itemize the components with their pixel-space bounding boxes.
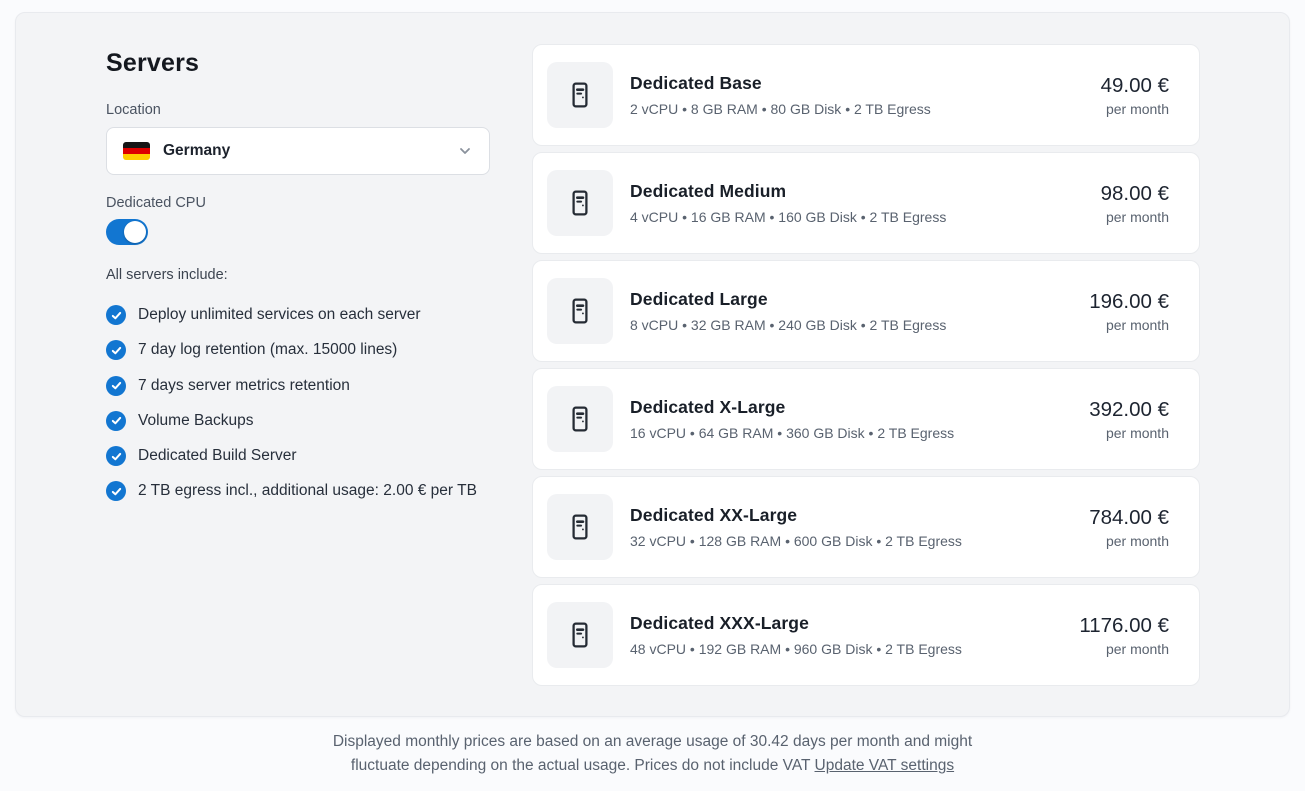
server-specs: 2 vCPU • 8 GB RAM • 80 GB Disk • 2 TB Eg… [630, 101, 1101, 117]
include-item-label: 7 days server metrics retention [138, 374, 350, 397]
server-specs: 48 vCPU • 192 GB RAM • 960 GB Disk • 2 T… [630, 641, 1079, 657]
filters-sidebar: Servers Location Germany Dedicated CPU A… [106, 44, 490, 515]
dedicated-cpu-toggle[interactable] [106, 219, 148, 245]
server-tower-icon [547, 170, 613, 236]
server-tower-icon [547, 386, 613, 452]
price-period: per month [1101, 101, 1169, 117]
server-tower-icon [547, 602, 613, 668]
price-amount: 784.00 € [1089, 506, 1169, 530]
update-vat-settings-link[interactable]: Update VAT settings [815, 757, 955, 774]
server-card-info: Dedicated Medium 4 vCPU • 16 GB RAM • 16… [630, 181, 1101, 225]
germany-flag-icon [123, 142, 150, 160]
check-icon [106, 411, 126, 431]
price-amount: 1176.00 € [1079, 614, 1169, 638]
dedicated-cpu-label: Dedicated CPU [106, 195, 490, 211]
server-specs: 32 vCPU • 128 GB RAM • 600 GB Disk • 2 T… [630, 533, 1089, 549]
server-card-info: Dedicated X-Large 16 vCPU • 64 GB RAM • … [630, 397, 1089, 441]
server-card[interactable]: Dedicated Large 8 vCPU • 32 GB RAM • 240… [532, 260, 1200, 362]
server-tower-icon [547, 494, 613, 560]
server-card[interactable]: Dedicated XXX-Large 48 vCPU • 192 GB RAM… [532, 584, 1200, 686]
check-icon [106, 340, 126, 360]
server-card[interactable]: Dedicated Medium 4 vCPU • 16 GB RAM • 16… [532, 152, 1200, 254]
include-list-item: 7 days server metrics retention [106, 374, 490, 397]
server-specs: 16 vCPU • 64 GB RAM • 360 GB Disk • 2 TB… [630, 425, 1089, 441]
servers-panel: Servers Location Germany Dedicated CPU A… [15, 12, 1290, 717]
include-item-label: Volume Backups [138, 409, 253, 432]
server-card-info: Dedicated XX-Large 32 vCPU • 128 GB RAM … [630, 505, 1089, 549]
server-specs: 4 vCPU • 16 GB RAM • 160 GB Disk • 2 TB … [630, 209, 1101, 225]
page-title: Servers [106, 49, 490, 78]
check-icon [106, 481, 126, 501]
server-name: Dedicated XXX-Large [630, 613, 1079, 634]
location-selected-value: Germany [163, 142, 457, 160]
server-card[interactable]: Dedicated XX-Large 32 vCPU • 128 GB RAM … [532, 476, 1200, 578]
server-price: 1176.00 € per month [1079, 614, 1169, 657]
include-list-item: Volume Backups [106, 409, 490, 432]
price-period: per month [1089, 533, 1169, 549]
price-amount: 196.00 € [1089, 290, 1169, 314]
server-price: 49.00 € per month [1101, 74, 1169, 117]
server-tower-icon [547, 62, 613, 128]
pricing-footnote: Displayed monthly prices are based on an… [303, 730, 1003, 778]
price-amount: 49.00 € [1101, 74, 1169, 98]
pricing-page: Servers Location Germany Dedicated CPU A… [0, 0, 1305, 791]
server-name: Dedicated Medium [630, 181, 1101, 202]
price-period: per month [1089, 317, 1169, 333]
include-list-item: 7 day log retention (max. 15000 lines) [106, 338, 490, 361]
price-period: per month [1101, 209, 1169, 225]
price-period: per month [1079, 641, 1169, 657]
toggle-knob [124, 221, 146, 243]
server-name: Dedicated Large [630, 289, 1089, 310]
include-list-item: Deploy unlimited services on each server [106, 303, 490, 326]
include-item-label: 7 day log retention (max. 15000 lines) [138, 338, 397, 361]
location-select[interactable]: Germany [106, 127, 490, 175]
server-price: 392.00 € per month [1089, 398, 1169, 441]
price-amount: 98.00 € [1101, 182, 1169, 206]
server-card[interactable]: Dedicated Base 2 vCPU • 8 GB RAM • 80 GB… [532, 44, 1200, 146]
include-list-item: 2 TB egress incl., additional usage: 2.0… [106, 479, 490, 502]
server-card-list: Dedicated Base 2 vCPU • 8 GB RAM • 80 GB… [532, 44, 1200, 692]
server-price: 196.00 € per month [1089, 290, 1169, 333]
server-card-info: Dedicated XXX-Large 48 vCPU • 192 GB RAM… [630, 613, 1079, 657]
server-card-info: Dedicated Base 2 vCPU • 8 GB RAM • 80 GB… [630, 73, 1101, 117]
price-amount: 392.00 € [1089, 398, 1169, 422]
server-card[interactable]: Dedicated X-Large 16 vCPU • 64 GB RAM • … [532, 368, 1200, 470]
includes-heading: All servers include: [106, 267, 490, 283]
server-name: Dedicated X-Large [630, 397, 1089, 418]
include-item-label: 2 TB egress incl., additional usage: 2.0… [138, 479, 477, 502]
include-item-label: Deploy unlimited services on each server [138, 303, 421, 326]
check-icon [106, 305, 126, 325]
includes-list: Deploy unlimited services on each server… [106, 303, 490, 503]
check-icon [106, 446, 126, 466]
include-list-item: Dedicated Build Server [106, 444, 490, 467]
server-price: 784.00 € per month [1089, 506, 1169, 549]
check-icon [106, 376, 126, 396]
server-card-info: Dedicated Large 8 vCPU • 32 GB RAM • 240… [630, 289, 1089, 333]
server-price: 98.00 € per month [1101, 182, 1169, 225]
server-specs: 8 vCPU • 32 GB RAM • 240 GB Disk • 2 TB … [630, 317, 1089, 333]
chevron-down-icon [457, 143, 473, 159]
server-name: Dedicated Base [630, 73, 1101, 94]
server-name: Dedicated XX-Large [630, 505, 1089, 526]
include-item-label: Dedicated Build Server [138, 444, 297, 467]
location-label: Location [106, 102, 490, 118]
server-tower-icon [547, 278, 613, 344]
price-period: per month [1089, 425, 1169, 441]
